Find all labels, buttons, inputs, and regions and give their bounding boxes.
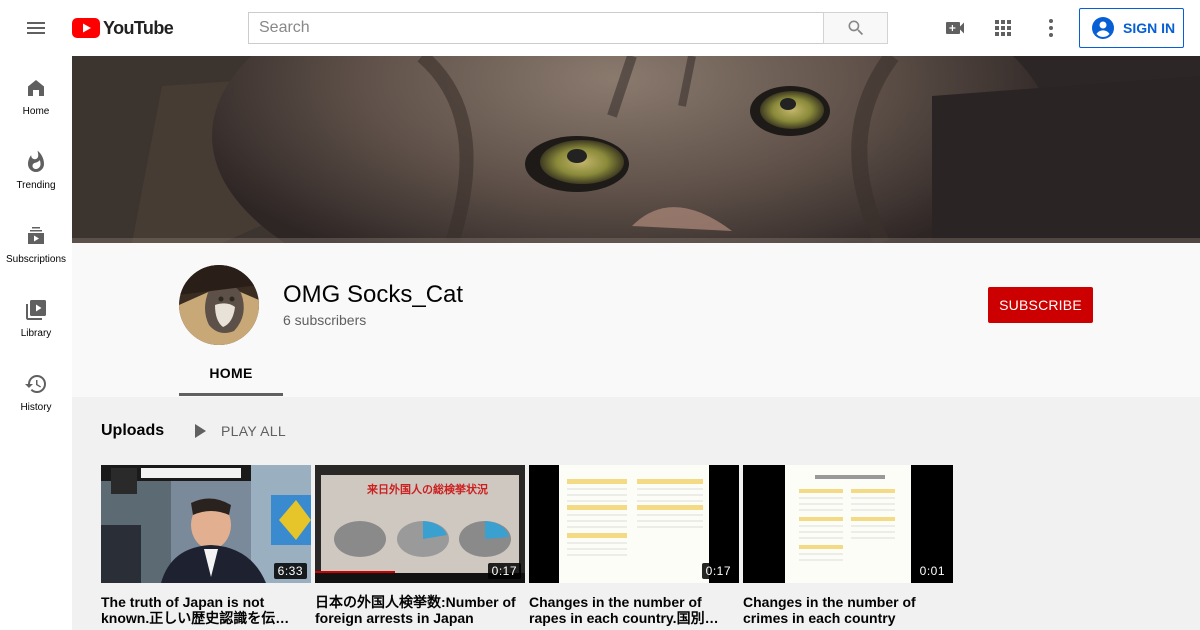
tab-home[interactable]: HOME (179, 353, 283, 396)
guide-item-home[interactable]: Home (0, 56, 72, 130)
library-icon (26, 300, 46, 320)
guide-item-trending[interactable]: Trending (0, 130, 72, 204)
channel-name: OMG Socks_Cat (283, 281, 464, 308)
subscriber-count: 6 subscribers (283, 312, 367, 328)
create-video-icon[interactable] (943, 16, 967, 40)
video-title[interactable]: Changes in the number of crimes in each … (743, 594, 953, 626)
apps-grid-icon[interactable] (991, 16, 1015, 40)
subscribe-button[interactable]: SUBSCRIBE (988, 287, 1093, 323)
guide-label: Library (20, 328, 52, 339)
menu-icon[interactable] (24, 16, 48, 40)
video-title[interactable]: 日本の外国人検挙数:Number of foreign arrests in J… (315, 594, 525, 626)
play-all-button[interactable]: PLAY ALL (187, 419, 286, 443)
subscriptions-icon (28, 227, 44, 244)
search-button[interactable] (823, 12, 888, 44)
play-all-label: PLAY ALL (221, 423, 286, 439)
channel-banner-image (72, 56, 1200, 243)
more-vertical-icon[interactable] (1039, 16, 1063, 40)
youtube-logo[interactable]: YouTube (72, 17, 174, 39)
video-thumbnail[interactable]: 0:01 (743, 465, 953, 583)
video-thumbnail[interactable]: 来日外国人の総検挙状況 0:17 (315, 465, 525, 583)
video-thumbnail-caption: 来日外国人の総検挙状況 (367, 484, 488, 496)
guide-item-subscriptions[interactable]: Subscriptions (0, 204, 72, 278)
video-duration: 0:01 (915, 563, 949, 579)
masthead: YouTube SIGN IN (0, 0, 1200, 56)
video-thumbnail[interactable]: 6:33 (101, 465, 311, 583)
video-card[interactable]: 0:01 Changes in the number of crimes in … (743, 465, 953, 626)
video-title[interactable]: Changes in the number of rapes in each c… (529, 594, 739, 626)
uploads-shelf-title[interactable]: Uploads (101, 422, 164, 440)
trending-icon (28, 150, 44, 172)
video-duration: 0:17 (701, 563, 735, 579)
guide-label: Home (22, 106, 50, 117)
video-title[interactable]: The truth of Japan is not known.正しい歴史認識を… (101, 594, 311, 626)
play-icon (195, 424, 206, 438)
video-card[interactable]: 0:17 Changes in the number of rapes in e… (529, 465, 739, 626)
video-thumbnail[interactable]: 0:17 (529, 465, 739, 583)
video-duration: 6:33 (273, 563, 307, 579)
sign-in-label: SIGN IN (1123, 20, 1176, 36)
history-icon (25, 375, 46, 393)
logo-text: YouTube (103, 17, 174, 38)
home-icon (28, 80, 44, 96)
guide-label: Subscriptions (5, 254, 67, 265)
video-duration: 0:17 (487, 563, 521, 579)
guide-item-history[interactable]: History (0, 352, 72, 426)
sign-in-button[interactable]: SIGN IN (1079, 8, 1184, 48)
guide-label: History (20, 402, 52, 413)
guide-item-library[interactable]: Library (0, 278, 72, 352)
mini-guide: Home Trending Subscriptions Library Hist… (0, 56, 72, 630)
video-card[interactable]: 6:33 The truth of Japan is not known.正しい… (101, 465, 311, 626)
guide-label: Trending (16, 180, 56, 191)
video-card[interactable]: 来日外国人の総検挙状況 0:17 日本の外国人検挙数:Number of for… (315, 465, 525, 626)
youtube-logo-icon (72, 18, 100, 38)
channel-header: OMG Socks_Cat 6 subscribers SUBSCRIBE HO… (72, 243, 1200, 397)
search-input[interactable] (248, 12, 824, 44)
search-icon (848, 20, 863, 36)
channel-content: Uploads PLAY ALL 6:33 The truth of Japan… (72, 397, 1200, 630)
channel-avatar[interactable] (179, 265, 259, 345)
account-icon (1092, 17, 1114, 39)
